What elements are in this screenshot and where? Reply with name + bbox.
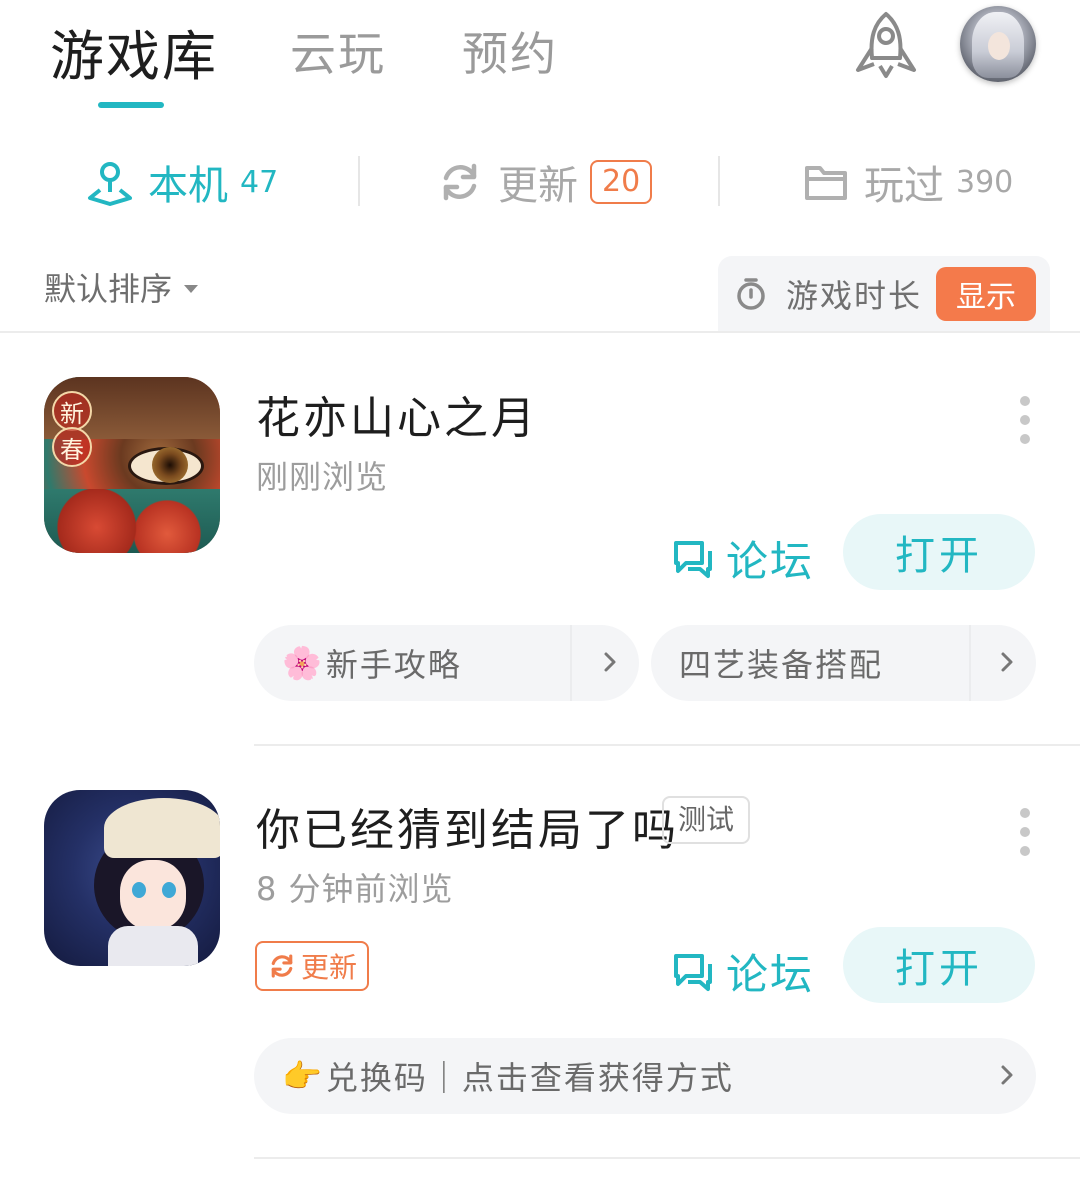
- chevron-right-icon: [604, 652, 616, 672]
- active-tab-indicator: [98, 102, 164, 108]
- subtab-local[interactable]: 本机 47: [86, 152, 278, 212]
- more-vertical-icon[interactable]: [1020, 396, 1032, 453]
- subtab-played-count: 390: [956, 164, 1014, 200]
- more-vertical-icon[interactable]: [1020, 808, 1032, 865]
- rocket-icon[interactable]: [852, 10, 920, 80]
- redeem-code-link[interactable]: 👉 兑换码｜点击查看获得方式: [254, 1038, 1036, 1114]
- chat-bubbles-icon: [674, 540, 712, 578]
- pointing-hand-icon: 👉: [282, 1057, 324, 1095]
- divider: [254, 1157, 1080, 1159]
- stopwatch-icon: [737, 278, 765, 310]
- open-game-button[interactable]: 打开: [843, 514, 1035, 590]
- seal-char: 春: [52, 427, 92, 467]
- forum-label: 论坛: [726, 537, 815, 586]
- refresh-icon: [271, 954, 293, 978]
- playtime-label: 游戏时长: [786, 277, 923, 315]
- update-count-badge: 20: [590, 160, 653, 204]
- divider: [254, 744, 1080, 746]
- game-last-viewed: 刚刚浏览: [256, 458, 389, 496]
- forum-label: 论坛: [726, 950, 815, 999]
- chevron-right-icon: [1001, 652, 1013, 672]
- playtime-panel: 游戏时长 显示: [718, 256, 1050, 332]
- equipment-link-label: 四艺装备搭配: [679, 646, 884, 684]
- tab-reservation[interactable]: 预约: [462, 18, 558, 84]
- update-label: 更新: [301, 951, 358, 984]
- forum-button[interactable]: 论坛: [672, 528, 814, 589]
- sort-label: 默认排序: [44, 270, 173, 308]
- subtab-played-label: 玩过: [864, 163, 944, 209]
- avatar[interactable]: [960, 6, 1036, 82]
- divider: [718, 156, 720, 206]
- update-button[interactable]: 更新: [255, 941, 370, 991]
- tab-game-library[interactable]: 游戏库: [50, 12, 218, 91]
- chevron-right-icon: [1001, 1065, 1013, 1085]
- location-person-icon: [88, 162, 132, 206]
- divider: [0, 331, 1080, 333]
- divider: [358, 156, 360, 206]
- game-icon[interactable]: [44, 790, 220, 966]
- guide-link[interactable]: 🌸 新手攻略: [254, 625, 639, 701]
- guide-link-label: 新手攻略: [325, 646, 462, 684]
- cherry-blossom-icon: 🌸: [282, 644, 324, 682]
- game-title[interactable]: 你已经猜到结局了吗: [256, 794, 679, 858]
- game-title[interactable]: 花亦山心之月: [256, 382, 538, 446]
- show-playtime-button[interactable]: 显示: [936, 267, 1037, 321]
- game-icon[interactable]: 新 春: [44, 377, 220, 553]
- chat-bubbles-icon: [674, 953, 712, 991]
- subtab-update-label: 更新: [498, 163, 578, 209]
- seal-char: 新: [52, 391, 92, 431]
- test-tag: 测试: [662, 796, 751, 844]
- refresh-icon: [443, 163, 477, 201]
- game-last-viewed: 8 分钟前浏览: [256, 870, 454, 908]
- subtab-update[interactable]: 更新 20: [436, 152, 653, 212]
- folder-icon: [805, 166, 847, 200]
- subtab-local-label: 本机: [148, 163, 228, 209]
- subtab-local-count: 47: [240, 164, 279, 200]
- tab-cloud-play[interactable]: 云玩: [290, 18, 386, 84]
- caret-down-icon: [184, 285, 199, 293]
- sort-dropdown[interactable]: 默认排序: [44, 264, 199, 310]
- open-game-button[interactable]: 打开: [843, 927, 1035, 1003]
- subtab-played[interactable]: 玩过 390: [802, 152, 1013, 212]
- redeem-code-label: 兑换码｜点击查看获得方式: [325, 1059, 734, 1097]
- equipment-link[interactable]: 四艺装备搭配: [651, 625, 1036, 701]
- forum-button[interactable]: 论坛: [672, 941, 814, 1002]
